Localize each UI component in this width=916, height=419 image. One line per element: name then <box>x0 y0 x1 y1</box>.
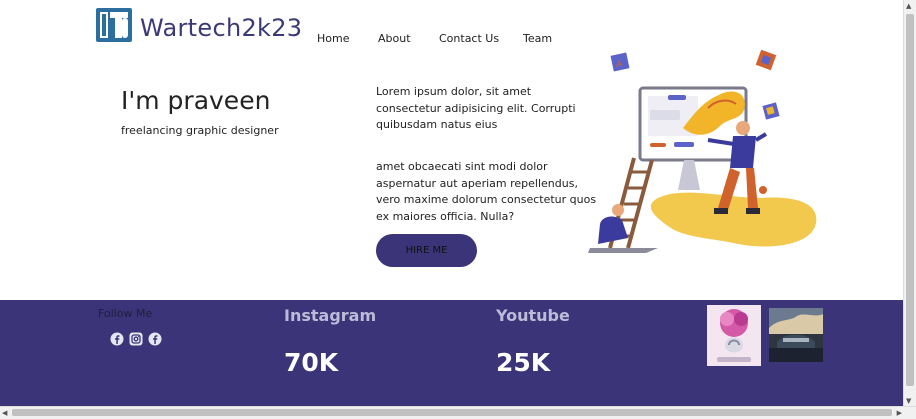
gallery-image-2[interactable] <box>769 308 823 362</box>
hero-title: I'm praveen <box>121 86 271 115</box>
instagram-label: Instagram <box>284 306 377 325</box>
youtube-count: 25K <box>496 348 551 377</box>
facebook-icon[interactable] <box>148 332 162 346</box>
nav-team[interactable]: Team <box>523 32 552 45</box>
designer-illustration: A <box>588 49 817 253</box>
hero-paragraph-1: Lorem ipsum dolor, sit amet consectetur … <box>376 85 576 131</box>
scroll-down-icon[interactable]: ▼ <box>906 397 911 405</box>
facebook-icon[interactable] <box>110 332 124 346</box>
brand-name[interactable]: Wartech2k23 <box>140 14 302 42</box>
horizontal-scrollbar[interactable]: ◀ ▶ <box>0 406 916 419</box>
hire-me-button[interactable]: HIRE ME <box>376 234 477 267</box>
vertical-scroll-thumb[interactable] <box>906 14 914 386</box>
scroll-up-icon[interactable]: ▲ <box>906 2 911 10</box>
logo-icon[interactable] <box>96 8 132 42</box>
scroll-right-icon[interactable]: ▶ <box>897 409 902 417</box>
instagram-icon[interactable] <box>129 332 143 346</box>
nav-home[interactable]: Home <box>317 32 349 45</box>
youtube-label: Youtube <box>496 306 570 325</box>
hero-paragraph-2: amet obcaecati sint modi dolor aspernatu… <box>376 160 597 223</box>
instagram-count: 70K <box>284 348 339 377</box>
scroll-left-icon[interactable]: ◀ <box>2 409 7 417</box>
svg-text:A: A <box>616 60 623 70</box>
follow-me-label: Follow Me <box>98 307 153 320</box>
vertical-scrollbar[interactable]: ▲ ▼ <box>903 0 916 407</box>
hero-subtitle: freelancing graphic designer <box>121 124 279 137</box>
nav-contact-us[interactable]: Contact Us <box>439 32 499 45</box>
nav-about[interactable]: About <box>378 32 411 45</box>
horizontal-scroll-thumb[interactable] <box>12 409 892 416</box>
gallery-image-1[interactable] <box>707 305 761 366</box>
